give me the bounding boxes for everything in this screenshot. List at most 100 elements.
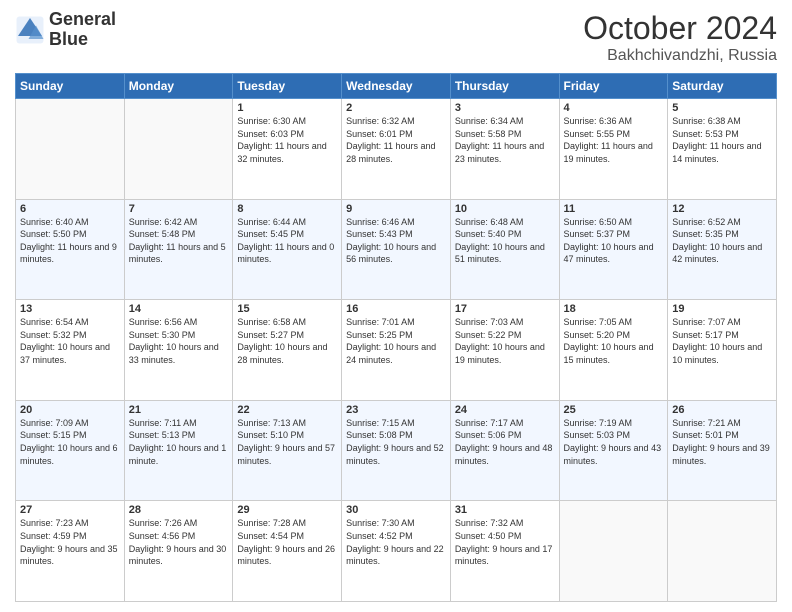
table-row: 16Sunrise: 7:01 AMSunset: 5:25 PMDayligh…: [342, 300, 451, 401]
col-wednesday: Wednesday: [342, 74, 451, 99]
page: General Blue October 2024 Bakhchivandzhi…: [0, 0, 792, 612]
table-row: 29Sunrise: 7:28 AMSunset: 4:54 PMDayligh…: [233, 501, 342, 602]
day-number: 4: [564, 102, 664, 114]
table-row: 7Sunrise: 6:42 AMSunset: 5:48 PMDaylight…: [124, 199, 233, 300]
day-info: Sunrise: 7:13 AMSunset: 5:10 PMDaylight:…: [237, 417, 337, 467]
day-number: 7: [129, 203, 229, 215]
day-number: 24: [455, 404, 555, 416]
table-row: 31Sunrise: 7:32 AMSunset: 4:50 PMDayligh…: [450, 501, 559, 602]
day-info: Sunrise: 6:42 AMSunset: 5:48 PMDaylight:…: [129, 216, 229, 266]
day-number: 20: [20, 404, 120, 416]
day-info: Sunrise: 6:46 AMSunset: 5:43 PMDaylight:…: [346, 216, 446, 266]
table-row: 6Sunrise: 6:40 AMSunset: 5:50 PMDaylight…: [16, 199, 125, 300]
table-row: 15Sunrise: 6:58 AMSunset: 5:27 PMDayligh…: [233, 300, 342, 401]
table-row: 17Sunrise: 7:03 AMSunset: 5:22 PMDayligh…: [450, 300, 559, 401]
day-info: Sunrise: 7:30 AMSunset: 4:52 PMDaylight:…: [346, 517, 446, 567]
day-number: 17: [455, 303, 555, 315]
table-row: 27Sunrise: 7:23 AMSunset: 4:59 PMDayligh…: [16, 501, 125, 602]
day-info: Sunrise: 7:01 AMSunset: 5:25 PMDaylight:…: [346, 316, 446, 366]
day-number: 12: [672, 203, 772, 215]
day-number: 29: [237, 504, 337, 516]
table-row: 20Sunrise: 7:09 AMSunset: 5:15 PMDayligh…: [16, 400, 125, 501]
calendar-table: Sunday Monday Tuesday Wednesday Thursday…: [15, 73, 777, 602]
table-row: 30Sunrise: 7:30 AMSunset: 4:52 PMDayligh…: [342, 501, 451, 602]
day-info: Sunrise: 6:30 AMSunset: 6:03 PMDaylight:…: [237, 115, 337, 165]
day-number: 6: [20, 203, 120, 215]
day-number: 30: [346, 504, 446, 516]
day-info: Sunrise: 7:26 AMSunset: 4:56 PMDaylight:…: [129, 517, 229, 567]
col-thursday: Thursday: [450, 74, 559, 99]
day-info: Sunrise: 7:23 AMSunset: 4:59 PMDaylight:…: [20, 517, 120, 567]
table-row: 26Sunrise: 7:21 AMSunset: 5:01 PMDayligh…: [668, 400, 777, 501]
table-row: 2Sunrise: 6:32 AMSunset: 6:01 PMDaylight…: [342, 99, 451, 200]
table-row: 13Sunrise: 6:54 AMSunset: 5:32 PMDayligh…: [16, 300, 125, 401]
day-number: 19: [672, 303, 772, 315]
day-info: Sunrise: 6:36 AMSunset: 5:55 PMDaylight:…: [564, 115, 664, 165]
day-info: Sunrise: 7:09 AMSunset: 5:15 PMDaylight:…: [20, 417, 120, 467]
col-tuesday: Tuesday: [233, 74, 342, 99]
table-row: 3Sunrise: 6:34 AMSunset: 5:58 PMDaylight…: [450, 99, 559, 200]
day-number: 10: [455, 203, 555, 215]
day-info: Sunrise: 7:11 AMSunset: 5:13 PMDaylight:…: [129, 417, 229, 467]
table-row: 9Sunrise: 6:46 AMSunset: 5:43 PMDaylight…: [342, 199, 451, 300]
day-number: 25: [564, 404, 664, 416]
day-number: 23: [346, 404, 446, 416]
table-row: 18Sunrise: 7:05 AMSunset: 5:20 PMDayligh…: [559, 300, 668, 401]
col-sunday: Sunday: [16, 74, 125, 99]
table-row: 4Sunrise: 6:36 AMSunset: 5:55 PMDaylight…: [559, 99, 668, 200]
table-row: 24Sunrise: 7:17 AMSunset: 5:06 PMDayligh…: [450, 400, 559, 501]
day-number: 15: [237, 303, 337, 315]
day-number: 1: [237, 102, 337, 114]
day-info: Sunrise: 7:07 AMSunset: 5:17 PMDaylight:…: [672, 316, 772, 366]
title-area: October 2024 Bakhchivandzhi, Russia: [583, 10, 777, 65]
day-number: 21: [129, 404, 229, 416]
day-number: 3: [455, 102, 555, 114]
table-row: 28Sunrise: 7:26 AMSunset: 4:56 PMDayligh…: [124, 501, 233, 602]
calendar-week-row: 6Sunrise: 6:40 AMSunset: 5:50 PMDaylight…: [16, 199, 777, 300]
table-row: 19Sunrise: 7:07 AMSunset: 5:17 PMDayligh…: [668, 300, 777, 401]
table-row: 8Sunrise: 6:44 AMSunset: 5:45 PMDaylight…: [233, 199, 342, 300]
day-number: 16: [346, 303, 446, 315]
day-info: Sunrise: 7:21 AMSunset: 5:01 PMDaylight:…: [672, 417, 772, 467]
logo-icon: [15, 15, 45, 45]
table-row: 25Sunrise: 7:19 AMSunset: 5:03 PMDayligh…: [559, 400, 668, 501]
col-friday: Friday: [559, 74, 668, 99]
table-row: 11Sunrise: 6:50 AMSunset: 5:37 PMDayligh…: [559, 199, 668, 300]
location-title: Bakhchivandzhi, Russia: [583, 47, 777, 65]
day-info: Sunrise: 6:56 AMSunset: 5:30 PMDaylight:…: [129, 316, 229, 366]
logo-line1: General: [49, 10, 116, 30]
col-monday: Monday: [124, 74, 233, 99]
logo-text: General Blue: [49, 10, 116, 50]
day-info: Sunrise: 7:28 AMSunset: 4:54 PMDaylight:…: [237, 517, 337, 567]
day-info: Sunrise: 6:52 AMSunset: 5:35 PMDaylight:…: [672, 216, 772, 266]
table-row: [124, 99, 233, 200]
day-info: Sunrise: 7:05 AMSunset: 5:20 PMDaylight:…: [564, 316, 664, 366]
table-row: [559, 501, 668, 602]
table-row: 12Sunrise: 6:52 AMSunset: 5:35 PMDayligh…: [668, 199, 777, 300]
day-info: Sunrise: 7:19 AMSunset: 5:03 PMDaylight:…: [564, 417, 664, 467]
table-row: [668, 501, 777, 602]
logo: General Blue: [15, 10, 116, 50]
day-number: 5: [672, 102, 772, 114]
calendar-week-row: 1Sunrise: 6:30 AMSunset: 6:03 PMDaylight…: [16, 99, 777, 200]
day-number: 9: [346, 203, 446, 215]
calendar-week-row: 20Sunrise: 7:09 AMSunset: 5:15 PMDayligh…: [16, 400, 777, 501]
calendar-week-row: 27Sunrise: 7:23 AMSunset: 4:59 PMDayligh…: [16, 501, 777, 602]
day-number: 2: [346, 102, 446, 114]
day-info: Sunrise: 7:17 AMSunset: 5:06 PMDaylight:…: [455, 417, 555, 467]
day-info: Sunrise: 6:38 AMSunset: 5:53 PMDaylight:…: [672, 115, 772, 165]
day-number: 13: [20, 303, 120, 315]
day-number: 18: [564, 303, 664, 315]
table-row: 1Sunrise: 6:30 AMSunset: 6:03 PMDaylight…: [233, 99, 342, 200]
day-number: 28: [129, 504, 229, 516]
day-info: Sunrise: 6:50 AMSunset: 5:37 PMDaylight:…: [564, 216, 664, 266]
table-row: 14Sunrise: 6:56 AMSunset: 5:30 PMDayligh…: [124, 300, 233, 401]
day-info: Sunrise: 6:40 AMSunset: 5:50 PMDaylight:…: [20, 216, 120, 266]
logo-line2: Blue: [49, 30, 116, 50]
day-number: 22: [237, 404, 337, 416]
day-info: Sunrise: 7:15 AMSunset: 5:08 PMDaylight:…: [346, 417, 446, 467]
header: General Blue October 2024 Bakhchivandzhi…: [15, 10, 777, 65]
table-row: 23Sunrise: 7:15 AMSunset: 5:08 PMDayligh…: [342, 400, 451, 501]
month-title: October 2024: [583, 10, 777, 47]
day-number: 31: [455, 504, 555, 516]
